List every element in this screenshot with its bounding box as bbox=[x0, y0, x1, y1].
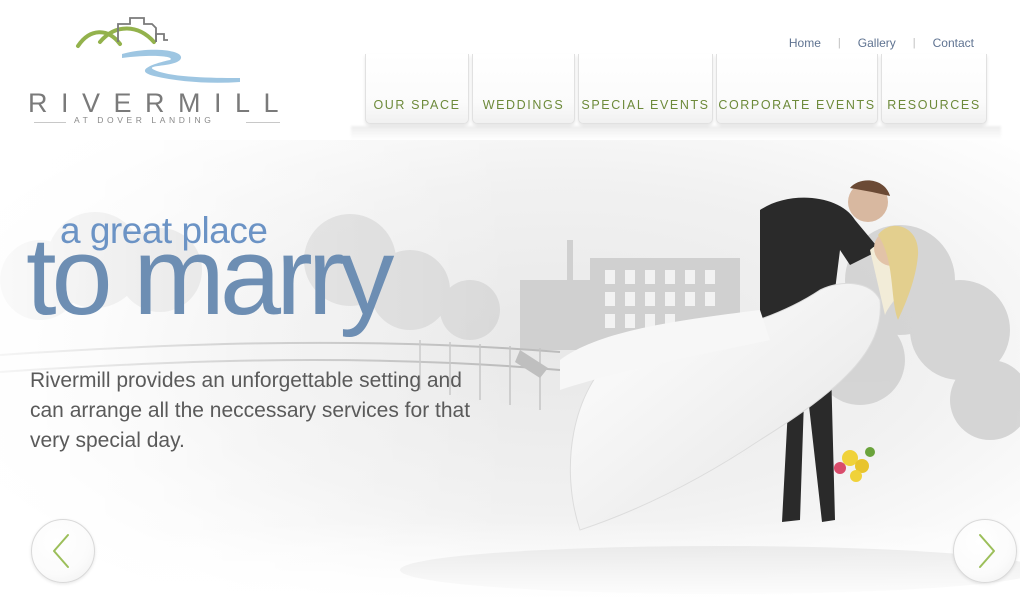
tab-our-space[interactable]: OUR SPACE bbox=[365, 54, 469, 124]
main-nav: OUR SPACE WEDDINGS SPECIAL EVENTS CORPOR… bbox=[365, 54, 987, 124]
logo-subtitle: AT DOVER LANDING bbox=[74, 115, 215, 125]
logo-mark-icon bbox=[76, 17, 240, 83]
utility-separator: | bbox=[837, 37, 841, 49]
logo-divider-right bbox=[246, 122, 280, 123]
utility-link-home[interactable]: Home bbox=[789, 36, 821, 50]
hero-description: Rivermill provides an unforgettable sett… bbox=[30, 369, 471, 452]
hero-banner: a great place to marry Rivermill provide… bbox=[0, 140, 1020, 602]
utility-separator: | bbox=[912, 37, 916, 49]
utility-link-gallery[interactable]: Gallery bbox=[858, 36, 896, 50]
page: RIVERMILL AT DOVER LANDING Home | Galler… bbox=[0, 0, 1020, 602]
chevron-right-icon bbox=[979, 534, 995, 568]
utility-link-contact[interactable]: Contact bbox=[933, 36, 974, 50]
previous-slide-button[interactable] bbox=[31, 519, 95, 583]
tab-special-events[interactable]: SPECIAL EVENTS bbox=[578, 54, 713, 124]
tab-corporate-events[interactable]: CORPORATE EVENTS bbox=[716, 54, 878, 124]
chevron-left-icon bbox=[53, 534, 69, 568]
tab-resources[interactable]: RESOURCES bbox=[881, 54, 987, 124]
logo-divider-left bbox=[34, 122, 66, 123]
utility-nav: Home | Gallery | Contact bbox=[789, 36, 974, 50]
tab-weddings[interactable]: WEDDINGS bbox=[472, 54, 575, 124]
tagline-big: to marry bbox=[26, 215, 394, 338]
next-slide-button[interactable] bbox=[953, 519, 1017, 583]
rivermill-logo[interactable]: RIVERMILL AT DOVER LANDING bbox=[24, 16, 294, 134]
